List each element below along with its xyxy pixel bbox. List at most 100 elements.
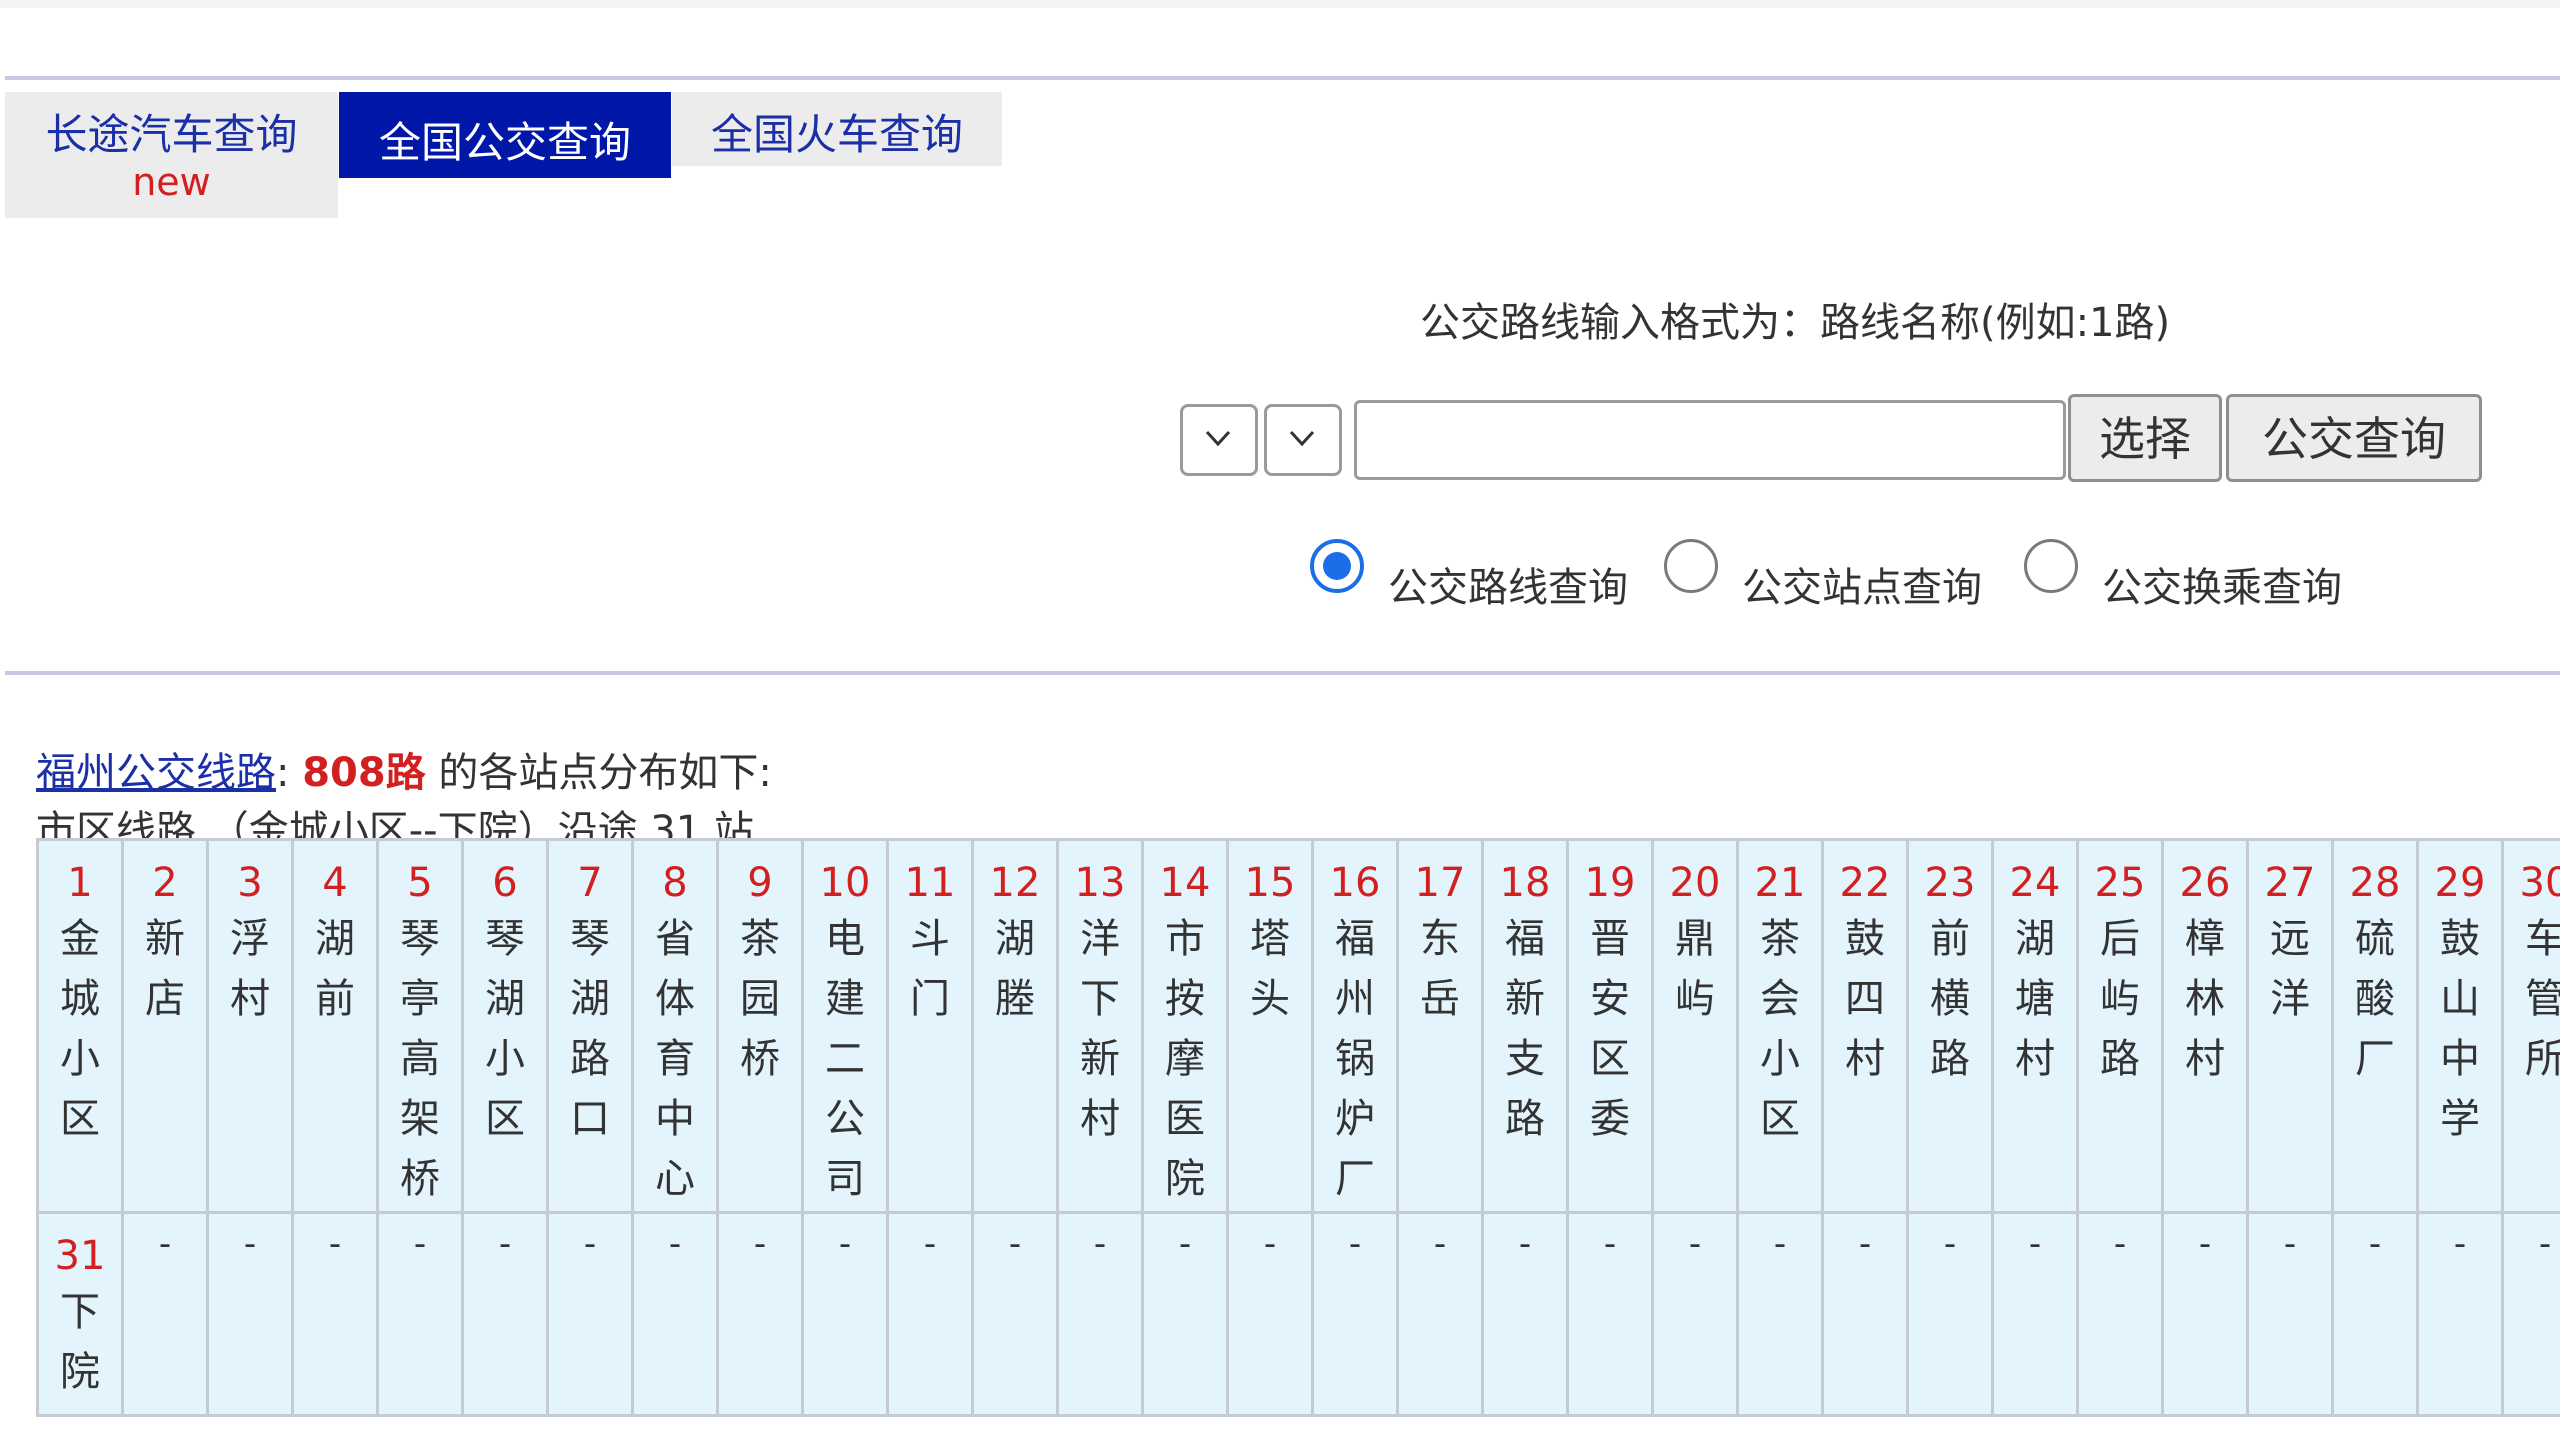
stop-name: 茶园桥 xyxy=(740,916,780,1082)
empty-stop-cell: - xyxy=(461,1211,549,1417)
route-number: 808路 xyxy=(302,750,426,796)
province-select[interactable] xyxy=(1180,404,1258,476)
stop-number: 21 xyxy=(1754,860,1806,906)
stop-cell: 4 湖前 xyxy=(291,838,379,1214)
stop-number: 20 xyxy=(1669,860,1721,906)
empty-stop-cell: - xyxy=(1566,1211,1654,1417)
new-badge: new xyxy=(132,160,211,204)
chevron-down-icon xyxy=(1289,430,1315,447)
route-colon: : xyxy=(276,750,290,796)
empty-marker: - xyxy=(413,1224,427,1264)
empty-marker: - xyxy=(1348,1224,1362,1264)
stop-name: 鼓四村 xyxy=(1845,916,1885,1082)
empty-stop-cell: - xyxy=(376,1211,464,1417)
stop-cell: 21 茶会小区 xyxy=(1736,838,1824,1214)
table-row: 31 下院 - - - - - - - - - - - - - - - - - - - - - - - - - - - - - xyxy=(36,1211,2560,1417)
bus-query-button[interactable]: 公交查询 xyxy=(2226,394,2482,482)
stop-cell: 9 茶园桥 xyxy=(716,838,804,1214)
stop-number: 11 xyxy=(904,860,956,906)
empty-stop-cell: - xyxy=(886,1211,974,1417)
stop-name: 塔头 xyxy=(1250,916,1290,1022)
tab-national-bus[interactable]: 全国公交查询 xyxy=(339,92,671,182)
stop-name: 金城小区 xyxy=(60,916,100,1142)
empty-stop-cell: - xyxy=(971,1211,1059,1417)
city-bus-lines-link[interactable]: 福州公交线路 xyxy=(36,750,276,796)
empty-stop-cell: - xyxy=(1906,1211,1994,1417)
tab-national-train-label: 全国火车查询 xyxy=(710,110,963,159)
stop-name: 鼓山中学 xyxy=(2440,916,2480,1142)
stop-name: 琴亭高架桥 xyxy=(400,916,440,1202)
radio-button[interactable] xyxy=(1664,539,1718,593)
stop-cell: 20 鼎屿 xyxy=(1651,838,1739,1214)
stop-number: 12 xyxy=(989,860,1041,906)
empty-stop-cell: - xyxy=(2331,1211,2419,1417)
city-select[interactable] xyxy=(1264,404,1342,476)
empty-marker: - xyxy=(668,1224,682,1264)
stop-name: 省体育中心 xyxy=(655,916,695,1202)
stop-number: 2 xyxy=(152,860,178,906)
divider-bottom xyxy=(5,671,2560,675)
stop-number: 31 xyxy=(54,1233,106,1279)
stop-name: 车管所 xyxy=(2525,916,2560,1082)
stop-cell: 16 福州锅炉厂 xyxy=(1311,838,1399,1214)
stop-number: 28 xyxy=(2349,860,2401,906)
stop-name: 茶会小区 xyxy=(1760,916,1800,1142)
stop-number: 1 xyxy=(67,860,93,906)
empty-marker: - xyxy=(1858,1224,1872,1264)
stop-cell: 18 福新支路 xyxy=(1481,838,1569,1214)
stop-name: 湖塍 xyxy=(995,916,1035,1022)
route-heading: 福州公交线路: 808路 的各站点分布如下: xyxy=(36,740,772,798)
empty-stop-cell: - xyxy=(631,1211,719,1417)
stop-number: 19 xyxy=(1584,860,1636,906)
tab-national-train[interactable]: 全国火车查询 xyxy=(672,92,1002,166)
stop-name: 浮村 xyxy=(230,916,270,1022)
stop-name: 琴湖小区 xyxy=(485,916,525,1142)
stop-cell: 5 琴亭高架桥 xyxy=(376,838,464,1214)
empty-stop-cell: - xyxy=(1821,1211,1909,1417)
chevron-down-icon xyxy=(1205,430,1231,447)
stop-name: 湖塘村 xyxy=(2015,916,2055,1082)
radio-button[interactable] xyxy=(2024,539,2078,593)
stop-name: 东岳 xyxy=(1420,916,1460,1022)
select-button[interactable]: 选择 xyxy=(2068,394,2222,482)
stop-cell: 15 塔头 xyxy=(1226,838,1314,1214)
stop-cell: 24 湖塘村 xyxy=(1991,838,2079,1214)
stop-number: 9 xyxy=(747,860,773,906)
stop-name: 后屿路 xyxy=(2100,916,2140,1082)
empty-marker: - xyxy=(1603,1224,1617,1264)
empty-stop-cell: - xyxy=(1141,1211,1229,1417)
empty-marker: - xyxy=(158,1224,172,1264)
stops-table: 1 金城小区 2 新店 3 浮村 4 湖前 5 琴亭高架桥 6 琴湖小区 7 琴湖路口 8 省体育中心 9 茶园桥… xyxy=(36,838,2560,1417)
stop-name: 下院 xyxy=(60,1289,100,1395)
stop-name: 樟林村 xyxy=(2185,916,2225,1082)
divider-top xyxy=(5,76,2560,80)
empty-marker: - xyxy=(1263,1224,1277,1264)
stop-name: 电建二公司 xyxy=(825,916,865,1202)
empty-stop-cell: - xyxy=(1226,1211,1314,1417)
empty-marker: - xyxy=(243,1224,257,1264)
empty-marker: - xyxy=(1093,1224,1107,1264)
stop-cell: 7 琴湖路口 xyxy=(546,838,634,1214)
stop-cell: 11 斗门 xyxy=(886,838,974,1214)
empty-stop-cell: - xyxy=(121,1211,209,1417)
table-row: 1 金城小区 2 新店 3 浮村 4 湖前 5 琴亭高架桥 6 琴湖小区 7 琴湖路口 8 省体育中心 9 茶园桥… xyxy=(36,838,2560,1214)
stop-name: 市按摩医院 xyxy=(1165,916,1205,1202)
empty-marker: - xyxy=(2453,1224,2467,1264)
stop-number: 29 xyxy=(2434,860,2486,906)
stop-cell: 1 金城小区 xyxy=(36,838,124,1214)
stop-number: 18 xyxy=(1499,860,1551,906)
tab-long-distance-bus[interactable]: 长途汽车查询 new xyxy=(5,92,338,218)
stop-name: 硫酸厂 xyxy=(2355,916,2395,1082)
empty-marker: - xyxy=(2538,1224,2552,1264)
stop-number: 17 xyxy=(1414,860,1466,906)
radio-button-checked[interactable] xyxy=(1310,539,1364,593)
stop-name: 湖前 xyxy=(315,916,355,1022)
empty-stop-cell: - xyxy=(2501,1211,2560,1417)
stop-cell: 31 下院 xyxy=(36,1211,124,1417)
stop-cell: 26 樟林村 xyxy=(2161,838,2249,1214)
empty-marker: - xyxy=(1178,1224,1192,1264)
empty-stop-cell: - xyxy=(1311,1211,1399,1417)
stop-number: 26 xyxy=(2179,860,2231,906)
route-name-input[interactable] xyxy=(1354,400,2066,480)
stop-cell: 13 洋下新村 xyxy=(1056,838,1144,1214)
